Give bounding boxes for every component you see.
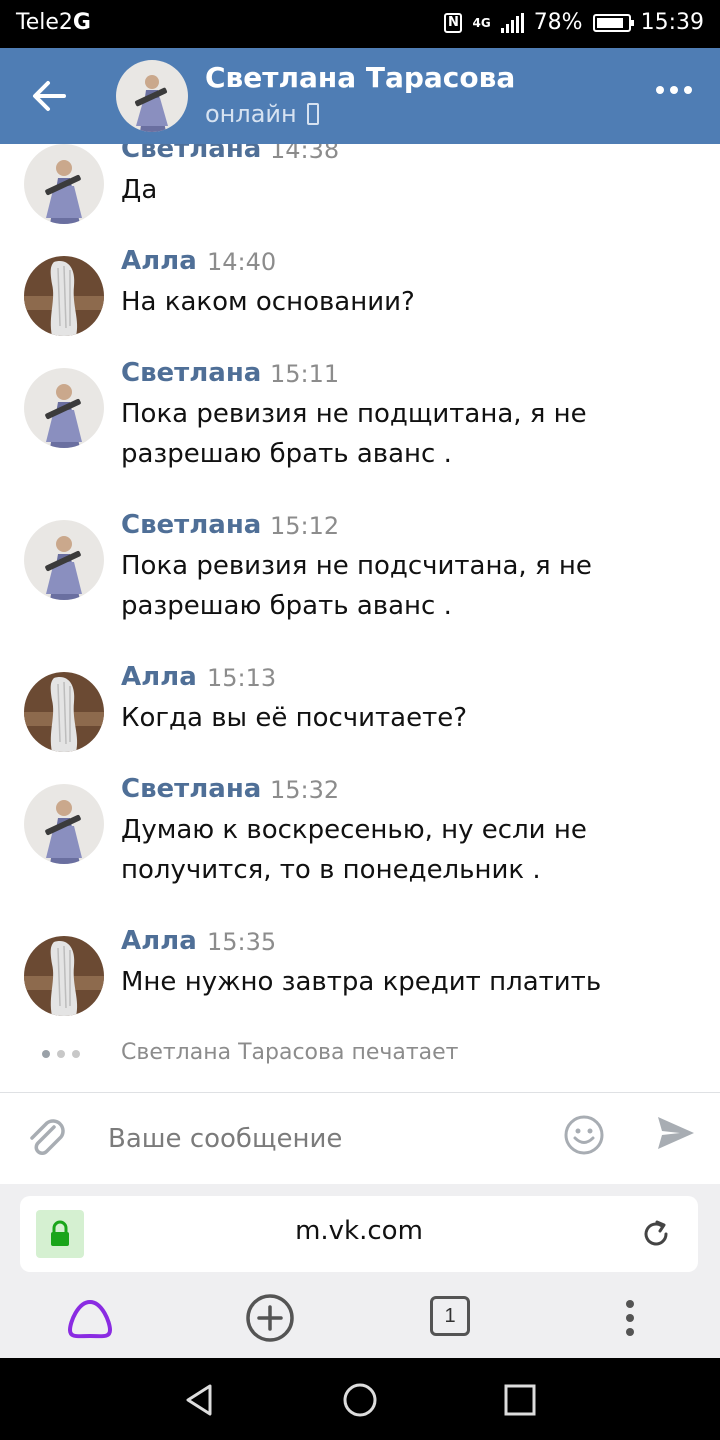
chat-header: Светлана Тарасова онлайн: [0, 48, 720, 144]
alice-assistant-icon[interactable]: [64, 1292, 116, 1344]
more-options-icon[interactable]: [656, 86, 692, 94]
new-tab-plus-icon[interactable]: [244, 1292, 296, 1344]
message-text: Думаю к воскресенью, ну если не получитс…: [121, 815, 587, 885]
message-item[interactable]: Светлана 15:32 Думаю к воскресенью, ну есл…: [0, 774, 720, 924]
message-author[interactable]: Алла: [121, 926, 197, 956]
tabs-counter-button[interactable]: 1: [430, 1296, 470, 1336]
sender-avatar[interactable]: [24, 672, 104, 752]
contact-status: онлайн: [205, 100, 319, 128]
message-time: 15:12: [270, 512, 340, 540]
message-text: Когда вы её посчитаете?: [121, 703, 468, 733]
nav-recents-icon[interactable]: [500, 1380, 540, 1420]
message-text: Пока ревизия не подсчитана, я не разреша…: [121, 551, 592, 621]
typing-dots-icon: [42, 1050, 80, 1058]
message-time: 15:32: [270, 776, 340, 804]
sender-avatar[interactable]: [24, 784, 104, 864]
carrier-label: Tele2G: [16, 10, 91, 35]
message-author[interactable]: Светлана: [121, 510, 261, 540]
address-bar-arrow: [680, 1208, 698, 1258]
status-bar: Tele2G N 4G 78% 15:39: [0, 0, 720, 48]
nfc-icon: N: [444, 12, 463, 33]
message-input[interactable]: [108, 1117, 528, 1161]
nav-home-icon[interactable]: [340, 1380, 380, 1420]
carrier-name: Tele2: [16, 10, 73, 35]
browser-menu-icon[interactable]: [604, 1292, 656, 1344]
system-navigation-bar: [0, 1358, 720, 1440]
message-item[interactable]: Светлана 15:11 Пока ревизия не подщитана, …: [0, 358, 720, 508]
network-type: 4G: [472, 15, 491, 30]
message-text: Мне нужно завтра кредит платить: [121, 967, 602, 997]
sender-avatar[interactable]: [24, 368, 104, 448]
message-text: На каком основании?: [121, 287, 415, 317]
emoji-icon[interactable]: [562, 1113, 606, 1157]
message-time: 14:38: [270, 144, 340, 164]
message-composer: [0, 1092, 720, 1184]
contact-avatar[interactable]: [116, 60, 188, 132]
message-text: Да: [121, 175, 158, 205]
message-author[interactable]: Светлана: [121, 774, 261, 804]
paperclip-icon[interactable]: [24, 1115, 70, 1161]
sender-avatar[interactable]: [24, 144, 104, 224]
url-text[interactable]: m.vk.com: [20, 1216, 698, 1246]
message-list[interactable]: Светлана 14:38 Да Алла 14:40 На каком основан…: [0, 144, 720, 1092]
browser-bottom-tools: 1: [0, 1288, 720, 1348]
nav-back-icon[interactable]: [180, 1380, 220, 1420]
message-item[interactable]: Светлана 15:12 Пока ревизия не подсчитана,…: [0, 510, 720, 660]
battery-icon: [592, 13, 634, 32]
message-author[interactable]: Светлана: [121, 358, 261, 388]
typing-indicator: Светлана Тарасова печатает: [0, 1038, 720, 1070]
sender-avatar[interactable]: [24, 256, 104, 336]
message-author[interactable]: Светлана: [121, 144, 261, 164]
status-icons: N 4G 78% 15:39: [444, 10, 704, 35]
message-time: 15:11: [270, 360, 340, 388]
clock: 15:39: [640, 10, 704, 35]
address-bar[interactable]: m.vk.com: [20, 1196, 698, 1272]
message-author[interactable]: Алла: [121, 246, 197, 276]
sender-avatar[interactable]: [24, 936, 104, 1016]
message-time: 15:35: [207, 928, 277, 956]
sender-avatar[interactable]: [24, 520, 104, 600]
online-status-label: онлайн: [205, 100, 297, 128]
battery-percent: 78%: [533, 10, 583, 35]
back-arrow-icon[interactable]: [26, 72, 74, 120]
mobile-phone-icon: [306, 103, 319, 125]
send-icon[interactable]: [654, 1111, 698, 1155]
message-time: 14:40: [207, 248, 277, 276]
signal-icon: [500, 12, 524, 33]
network-glyph: G: [72, 10, 91, 35]
message-author[interactable]: Алла: [121, 662, 197, 692]
typing-label: Светлана Тарасова печатает: [121, 1040, 459, 1065]
browser-toolbar: m.vk.com 1: [0, 1184, 720, 1358]
reload-icon[interactable]: [640, 1218, 672, 1250]
message-time: 15:13: [207, 664, 277, 692]
message-text: Пока ревизия не подщитана, я не разрешаю…: [121, 399, 587, 469]
contact-name: Светлана Тарасова: [205, 61, 516, 94]
